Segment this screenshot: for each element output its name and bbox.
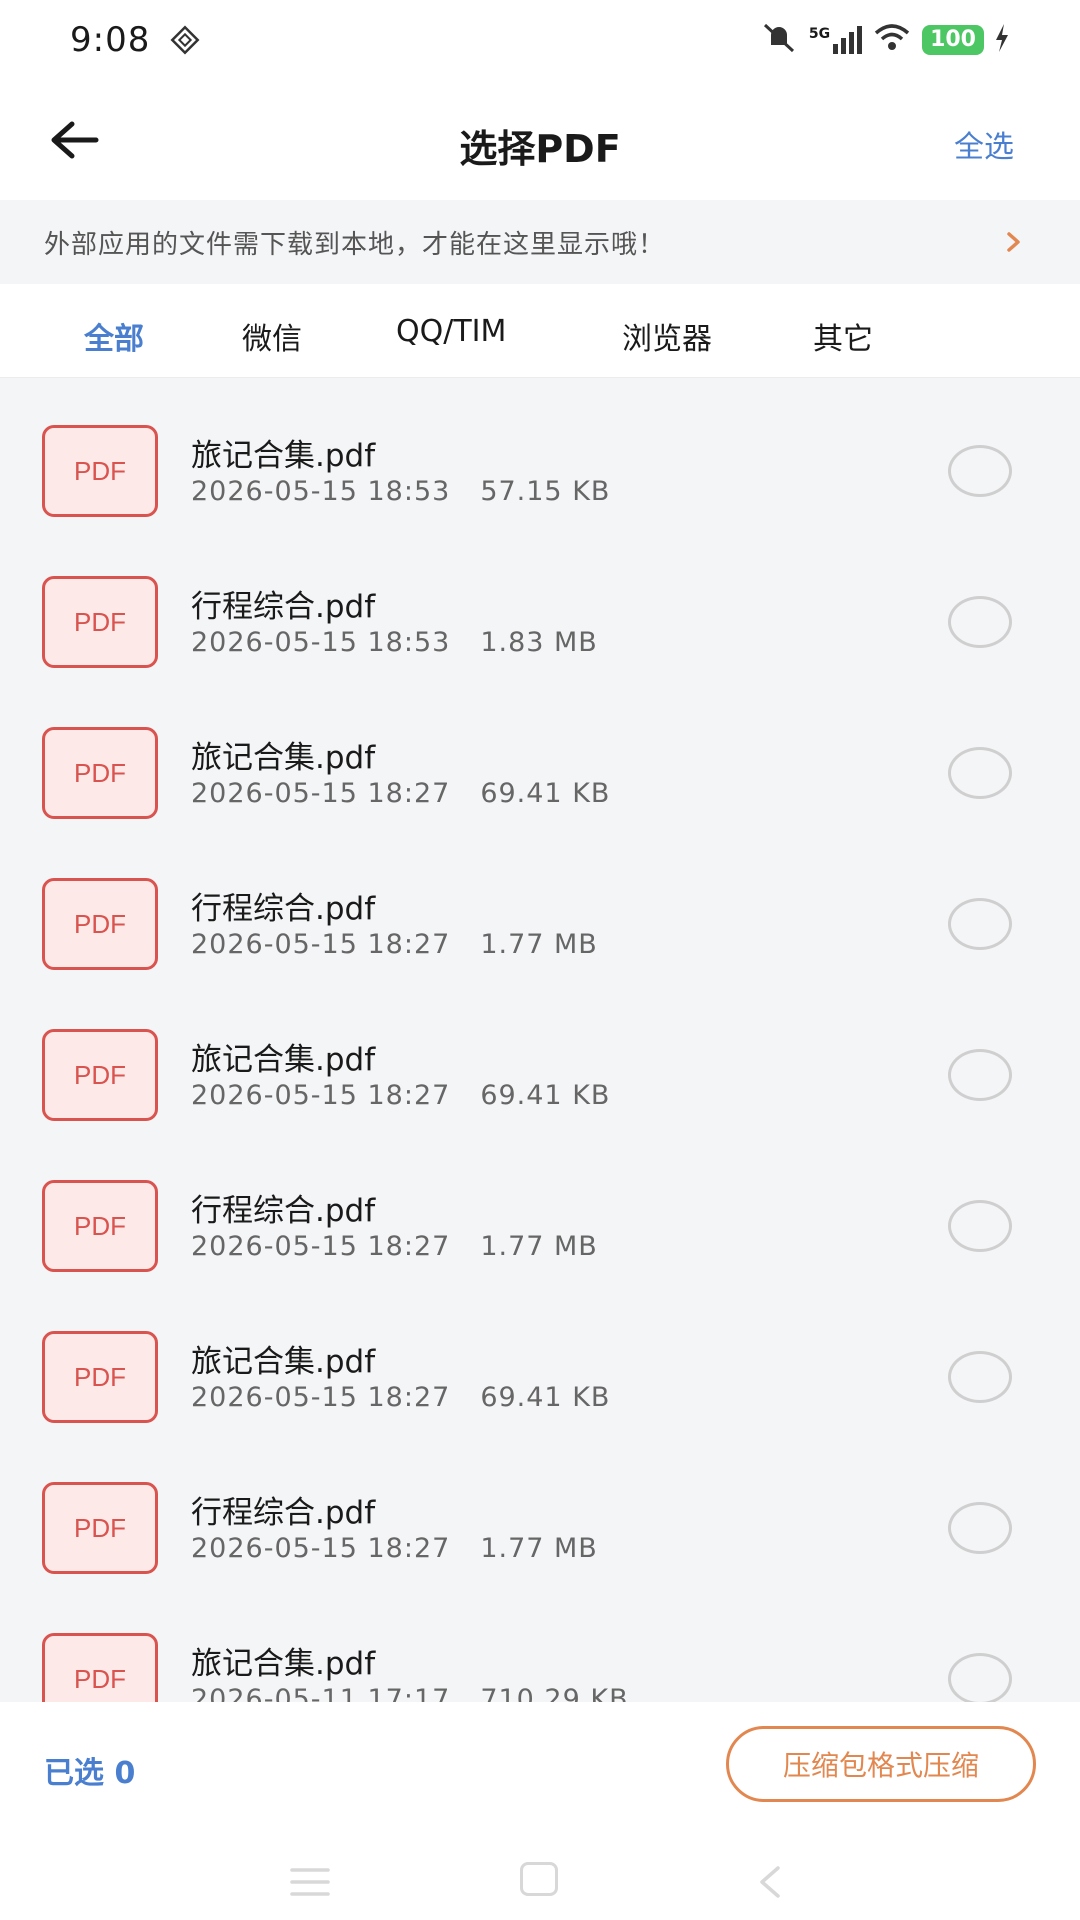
select-radio[interactable] <box>948 445 1012 497</box>
file-name: 行程综合.pdf <box>191 891 376 927</box>
file-meta: 2026-05-15 18:27 69.41 KB <box>191 1382 610 1413</box>
select-radio[interactable] <box>948 1049 1012 1101</box>
file-meta: 2026-05-15 18:53 1.83 MB <box>191 627 598 658</box>
file-size: 57.15 KB <box>480 476 611 507</box>
select-radio[interactable] <box>948 1200 1012 1252</box>
tab-wechat[interactable]: 微信 <box>242 314 302 358</box>
file-name: 旅记合集.pdf <box>191 1042 376 1078</box>
download-notice[interactable]: 外部应用的文件需下载到本地，才能在这里显示哦！ <box>0 200 1080 284</box>
charging-icon <box>994 24 1010 56</box>
tab-browser[interactable]: 浏览器 <box>622 314 712 358</box>
wifi-icon <box>872 23 912 57</box>
list-item[interactable]: PDF 旅记合集.pdf 2026-05-15 18:27 69.41 KB <box>0 1004 1080 1155</box>
file-name: 旅记合集.pdf <box>191 740 376 776</box>
file-size: 710.29 KB <box>480 1684 629 1702</box>
pdf-file-icon: PDF <box>42 1180 158 1272</box>
top-app-bar: 选择PDF 全选 <box>0 80 1080 200</box>
file-name: 旅记合集.pdf <box>191 438 376 474</box>
file-name: 行程综合.pdf <box>191 1495 376 1531</box>
file-meta: 2026-05-15 18:27 69.41 KB <box>191 778 610 809</box>
status-icons: 5G 100 <box>759 21 1010 59</box>
select-radio[interactable] <box>948 596 1012 648</box>
pdf-file-icon: PDF <box>42 727 158 819</box>
file-date: 2026-05-15 18:27 <box>191 778 451 809</box>
system-nav-bar <box>0 1852 1080 1920</box>
file-date: 2026-05-15 18:27 <box>191 1533 451 1564</box>
list-item[interactable]: PDF 行程综合.pdf 2026-05-15 18:27 1.77 MB <box>0 853 1080 1004</box>
pdf-file-icon: PDF <box>42 1633 158 1702</box>
menu-icon[interactable] <box>290 1866 330 1898</box>
file-size: 1.77 MB <box>480 1533 598 1564</box>
file-date: 2026-05-15 18:27 <box>191 1231 451 1262</box>
file-date: 2026-05-15 18:27 <box>191 1080 451 1111</box>
pdf-file-icon: PDF <box>42 1331 158 1423</box>
network-type: 5G <box>808 26 831 42</box>
file-date: 2026-05-11 17:17 <box>191 1684 451 1702</box>
file-name: 旅记合集.pdf <box>191 1344 376 1380</box>
list-item[interactable]: PDF 旅记合集.pdf 2026-05-15 18:27 69.41 KB <box>0 1306 1080 1457</box>
status-time: 9:08 <box>70 20 151 60</box>
list-item[interactable]: PDF 行程综合.pdf 2026-05-15 18:27 1.77 MB <box>0 1457 1080 1608</box>
select-radio[interactable] <box>948 747 1012 799</box>
file-size: 1.77 MB <box>480 1231 598 1262</box>
file-date: 2026-05-15 18:27 <box>191 1382 451 1413</box>
list-item[interactable]: PDF 旅记合集.pdf 2026-05-11 17:17 710.29 KB <box>0 1608 1080 1702</box>
list-item[interactable]: PDF 行程综合.pdf 2026-05-15 18:53 1.83 MB <box>0 551 1080 702</box>
home-icon[interactable] <box>520 1862 558 1896</box>
file-meta: 2026-05-15 18:27 1.77 MB <box>191 929 598 960</box>
file-name: 行程综合.pdf <box>191 589 376 625</box>
mute-icon <box>759 21 799 59</box>
select-all-button[interactable]: 全选 <box>954 122 1014 166</box>
file-size: 1.77 MB <box>480 929 598 960</box>
tab-other[interactable]: 其它 <box>813 314 873 358</box>
notice-text: 外部应用的文件需下载到本地，才能在这里显示哦！ <box>44 229 666 260</box>
file-size: 69.41 KB <box>480 1382 611 1413</box>
tab-all[interactable]: 全部 <box>84 314 144 358</box>
file-name: 行程综合.pdf <box>191 1193 376 1229</box>
signal-icon: 5G <box>808 26 863 54</box>
file-size: 69.41 KB <box>480 1080 611 1111</box>
pdf-file-icon: PDF <box>42 425 158 517</box>
file-meta: 2026-05-15 18:27 69.41 KB <box>191 1080 610 1111</box>
list-item[interactable]: PDF 行程综合.pdf 2026-05-15 18:27 1.77 MB <box>0 1155 1080 1306</box>
file-list: PDF 旅记合集.pdf 2026-05-15 18:53 57.15 KB PD… <box>0 400 1080 1702</box>
chevron-right-icon <box>1004 230 1024 254</box>
source-tabs: 全部 微信 QQ/TIM 浏览器 其它 <box>0 284 1080 378</box>
file-picker-screen: 9:08 5G 100 选择PDF 全选 外部应用的文件需下载到本地，才能在这里… <box>0 0 1080 1920</box>
page-title: 选择PDF <box>459 127 621 171</box>
compress-button[interactable]: 压缩包格式压缩 <box>726 1726 1036 1802</box>
bottom-action-bar: 已选 0 压缩包格式压缩 <box>0 1702 1080 1920</box>
file-meta: 2026-05-15 18:53 57.15 KB <box>191 476 610 507</box>
file-name: 旅记合集.pdf <box>191 1646 376 1682</box>
nfc-icon <box>170 25 200 55</box>
file-date: 2026-05-15 18:53 <box>191 476 451 507</box>
selected-count: 已选 0 <box>44 1756 136 1791</box>
pdf-file-icon: PDF <box>42 576 158 668</box>
select-radio[interactable] <box>948 1351 1012 1403</box>
file-size: 69.41 KB <box>480 778 611 809</box>
file-meta: 2026-05-15 18:27 1.77 MB <box>191 1231 598 1262</box>
battery-indicator: 100 <box>922 25 984 55</box>
select-radio[interactable] <box>948 898 1012 950</box>
file-meta: 2026-05-15 18:27 1.77 MB <box>191 1533 598 1564</box>
select-radio[interactable] <box>948 1653 1012 1702</box>
file-date: 2026-05-15 18:27 <box>191 929 451 960</box>
list-item[interactable]: PDF 旅记合集.pdf 2026-05-15 18:27 69.41 KB <box>0 702 1080 853</box>
list-item[interactable]: PDF 旅记合集.pdf 2026-05-15 18:53 57.15 KB <box>0 400 1080 551</box>
pdf-file-icon: PDF <box>42 1482 158 1574</box>
status-bar: 9:08 5G 100 <box>0 0 1080 80</box>
tab-qq-tim[interactable]: QQ/TIM <box>396 314 506 349</box>
pdf-file-icon: PDF <box>42 878 158 970</box>
pdf-file-icon: PDF <box>42 1029 158 1121</box>
file-date: 2026-05-15 18:53 <box>191 627 451 658</box>
nav-back-icon[interactable] <box>756 1864 782 1900</box>
file-size: 1.83 MB <box>480 627 598 658</box>
select-radio[interactable] <box>948 1502 1012 1554</box>
file-meta: 2026-05-11 17:17 710.29 KB <box>191 1684 629 1702</box>
